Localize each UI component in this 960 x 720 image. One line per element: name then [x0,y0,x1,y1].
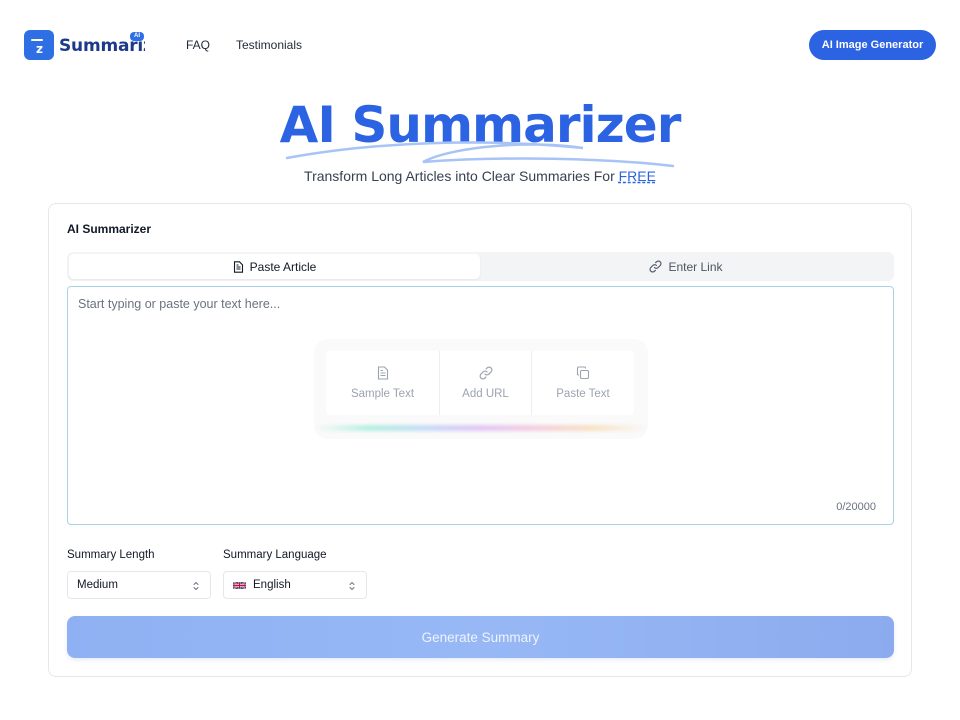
summary-length-value: Medium [77,579,118,591]
sample-text-button[interactable]: Sample Text [326,351,439,415]
sample-text-label: Sample Text [350,388,415,400]
paste-text-label: Paste Text [556,388,610,400]
paste-text-button[interactable]: Paste Text [531,351,634,415]
chevron-up-down-icon [349,582,355,590]
title-underline-swoosh [285,141,675,168]
copy-icon [576,366,590,380]
gradient-glow [314,425,648,431]
summary-length-select[interactable]: Medium [67,571,211,599]
free-highlight: FREE [618,168,656,184]
chevron-up-down-icon [193,582,199,590]
quick-actions: Sample Text Add URL Paste Text [326,351,634,415]
add-url-button[interactable]: Add URL [439,351,531,415]
generate-summary-button[interactable]: Generate Summary [67,616,894,658]
input-mode-tabs: Paste Article Enter Link [67,252,894,281]
uk-flag-icon [233,581,246,589]
hero-subtitle: Transform Long Articles into Clear Summa… [0,168,960,184]
logo-icon: z [24,30,54,60]
article-input-box: Sample Text Add URL Paste Text [67,286,894,525]
site-header: z Summarizer AI FAQ Testimonials AI Imag… [0,0,960,90]
card-title: AI Summarizer [67,222,152,236]
summarizer-card: AI Summarizer Paste Article Enter Link S… [48,203,912,677]
logo-ai-badge: AI [130,32,144,41]
tab-enter-link-label: Enter Link [668,259,723,274]
summary-language-label: Summary Language [223,549,327,561]
add-url-label: Add URL [462,388,509,400]
tab-paste-article-label: Paste Article [249,259,317,274]
character-counter: 0/20000 [836,501,876,513]
link-icon [479,366,492,380]
nav-testimonials[interactable]: Testimonials [236,38,302,52]
summary-language-value: English [253,579,291,591]
hero-subtitle-text: Transform Long Articles into Clear Summa… [304,168,619,184]
logo[interactable]: z Summarizer [24,30,145,60]
nav-faq[interactable]: FAQ [186,38,210,52]
document-icon [377,366,388,380]
summary-language-select[interactable]: English [223,571,367,599]
tab-paste-article[interactable]: Paste Article [69,254,480,279]
quick-actions-panel: Sample Text Add URL Paste Text [314,339,648,439]
tab-enter-link[interactable]: Enter Link [480,254,892,279]
link-icon [649,260,662,273]
document-icon [233,260,243,273]
summary-length-label: Summary Length [67,549,155,561]
ai-image-generator-button[interactable]: AI Image Generator [809,30,936,60]
